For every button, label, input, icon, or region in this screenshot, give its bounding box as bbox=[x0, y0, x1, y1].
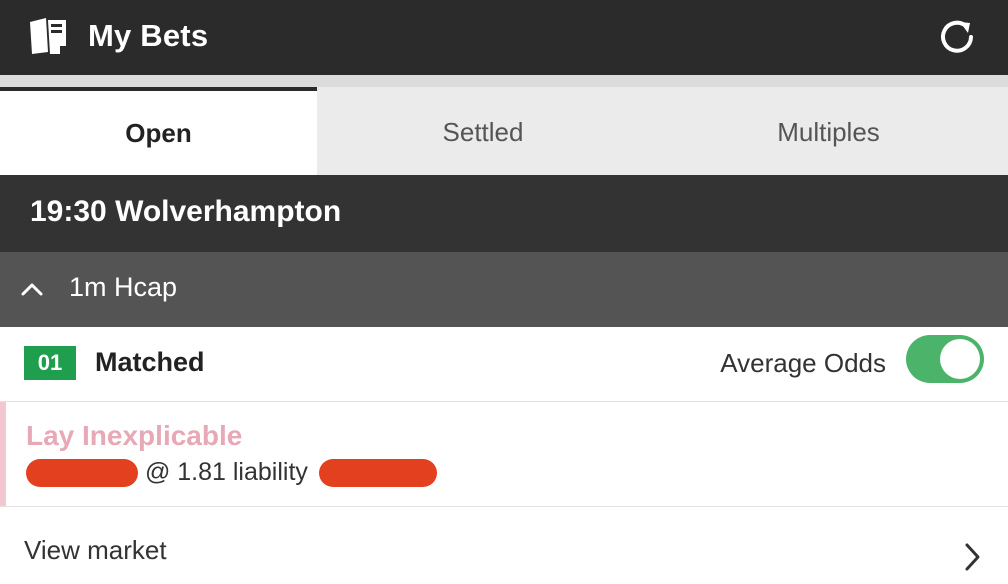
bet-selection: Lay Inexplicable bbox=[26, 420, 243, 451]
refresh-icon[interactable] bbox=[936, 16, 978, 58]
tab-settled[interactable]: Settled bbox=[317, 87, 649, 175]
app-header: My Bets bbox=[0, 0, 1008, 75]
lay-stripe bbox=[0, 402, 6, 506]
average-odds-label: Average Odds bbox=[720, 348, 886, 378]
tab-open[interactable]: Open bbox=[0, 87, 317, 175]
header-divider bbox=[0, 75, 1008, 87]
average-odds-toggle[interactable] bbox=[906, 335, 984, 383]
matched-count-badge: 01 bbox=[24, 346, 76, 380]
bet-item: Lay Inexplicable @ 1.81 liability bbox=[0, 402, 1008, 507]
redacted-liability bbox=[318, 459, 437, 488]
bet-odds-text: @ 1.81 liability bbox=[144, 458, 308, 486]
redacted-stake bbox=[26, 459, 138, 488]
market-name: 1m Hcap bbox=[69, 272, 178, 302]
chevron-right-icon bbox=[965, 543, 980, 571]
toggle-knob bbox=[940, 339, 980, 379]
view-market-label: View market bbox=[24, 535, 167, 565]
chevron-up-icon bbox=[21, 283, 43, 296]
view-market-link[interactable]: View market bbox=[0, 507, 1008, 584]
event-header: 19:30 Wolverhampton bbox=[0, 175, 1008, 252]
tab-bar: Open Settled Multiples bbox=[0, 87, 1008, 175]
matched-label: Matched bbox=[95, 347, 205, 377]
page-title: My Bets bbox=[88, 18, 209, 53]
market-header[interactable]: 1m Hcap bbox=[0, 252, 1008, 327]
betslip-icon bbox=[30, 18, 66, 54]
tab-multiples[interactable]: Multiples bbox=[649, 87, 1008, 175]
event-name: 19:30 Wolverhampton bbox=[30, 195, 342, 228]
matched-row: 01 Matched Average Odds bbox=[0, 327, 1008, 402]
bet-details: @ 1.81 liability bbox=[26, 458, 437, 488]
